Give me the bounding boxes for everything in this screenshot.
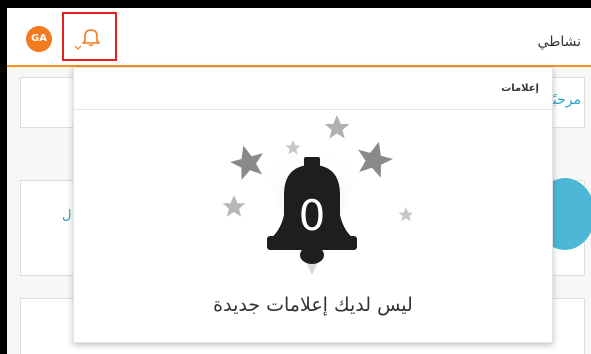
top-bar: GA نشاطي bbox=[7, 8, 591, 67]
empty-bell-illustration: 0 bbox=[222, 115, 412, 275]
welcome-text: مرحبًا bbox=[548, 92, 581, 108]
my-activity-link[interactable]: نشاطي bbox=[538, 34, 581, 50]
notifications-title: إعلامات bbox=[501, 83, 539, 94]
notifications-button[interactable] bbox=[62, 12, 117, 61]
empty-notifications-message: ليس لديك إعلامات جديدة bbox=[213, 294, 413, 316]
bell-icon bbox=[82, 29, 100, 47]
card-text-fragment: ل bbox=[62, 208, 72, 223]
notifications-dropdown: إعلامات 0 ليس لديك إعلامات جديدة bbox=[73, 67, 553, 343]
chevron-down-icon bbox=[74, 45, 82, 50]
user-avatar[interactable]: GA bbox=[26, 26, 52, 52]
app-screen: GA نشاطي مرحبًا ل إعلامات 0 ليس لديك إعل… bbox=[7, 8, 591, 354]
dropdown-header: إعلامات bbox=[74, 68, 552, 110]
notification-count: 0 bbox=[299, 191, 326, 240]
